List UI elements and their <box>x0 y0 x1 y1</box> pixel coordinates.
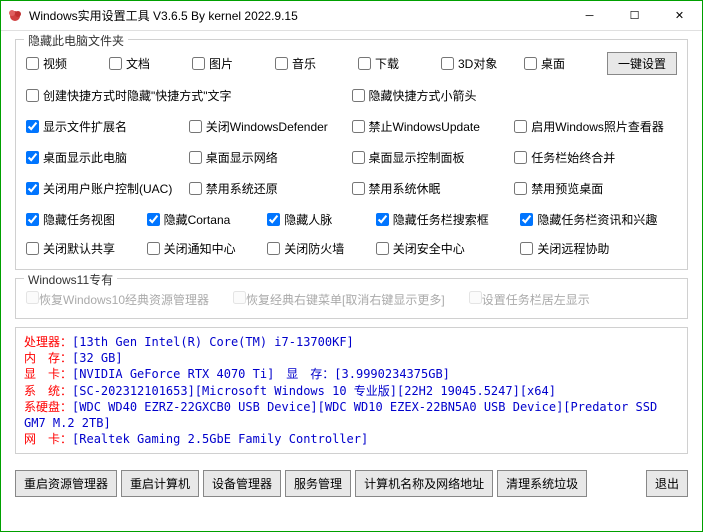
opt-disable-restore[interactable]: 禁用系统还原 <box>189 180 352 197</box>
folder-6[interactable]: 桌面 <box>524 55 607 72</box>
chk-hide-people[interactable] <box>267 213 280 226</box>
chk-folder-4[interactable] <box>358 57 371 70</box>
net-value: [Realtek Gaming 2.5GbE Family Controller… <box>72 432 368 446</box>
chk-close-firewall[interactable] <box>267 242 280 255</box>
group-title-hide-folders: 隐藏此电脑文件夹 <box>24 32 128 49</box>
opt-close-firewall[interactable]: 关闭防火墙 <box>267 240 364 257</box>
win11-group: Windows11专有 恢复Windows10经典资源管理器 恢复经典右键菜单[… <box>15 278 688 319</box>
mem-label: 内 存： <box>24 351 72 365</box>
system-info: 处理器：[13th Gen Intel(R) Core(TM) i7-13700… <box>15 327 688 454</box>
opt-create-shortcut[interactable]: 创建快捷方式时隐藏"快捷方式"文字 <box>26 87 352 104</box>
opt-disable-sleep[interactable]: 禁用系统休眠 <box>352 180 515 197</box>
chk-show-ext[interactable] <box>26 120 39 133</box>
minimize-button[interactable]: ─ <box>567 1 612 30</box>
opt-restore-explorer: 恢复Windows10经典资源管理器 <box>26 291 209 308</box>
opt-disable-update[interactable]: 禁止WindowsUpdate <box>352 118 515 135</box>
cpu-label: 处理器： <box>24 335 72 349</box>
chk-hide-news[interactable] <box>520 213 533 226</box>
chk-enable-photo[interactable] <box>514 120 527 133</box>
chk-create-shortcut[interactable] <box>26 89 39 102</box>
chk-folder-6[interactable] <box>524 57 537 70</box>
gpu-label: 显 卡： <box>24 367 72 381</box>
opt-show-control[interactable]: 桌面显示控制面板 <box>352 149 515 166</box>
cpu-value: [13th Gen Intel(R) Core(TM) i7-13700KF] <box>72 335 354 349</box>
chk-disable-update[interactable] <box>352 120 365 133</box>
opt-hide-search[interactable]: 隐藏任务栏搜索框 <box>376 211 509 228</box>
chk-restore-explorer <box>26 291 39 304</box>
chk-disable-preview[interactable] <box>514 182 527 195</box>
chk-folder-5[interactable] <box>441 57 454 70</box>
close-button[interactable]: ✕ <box>657 1 702 30</box>
chk-no-combine[interactable] <box>514 151 527 164</box>
app-icon <box>7 8 23 24</box>
opt-hide-people[interactable]: 隐藏人脉 <box>267 211 364 228</box>
chk-folder-2[interactable] <box>192 57 205 70</box>
hide-folders-group: 隐藏此电脑文件夹 视频文档图片音乐下载3D对象桌面一键设置 创建快捷方式时隐藏"… <box>15 39 688 270</box>
group-title-win11: Windows11专有 <box>24 271 117 288</box>
chk-folder-0[interactable] <box>26 57 39 70</box>
chk-disable-sleep[interactable] <box>352 182 365 195</box>
opt-close-uac[interactable]: 关闭用户账户控制(UAC) <box>26 180 189 197</box>
service-mgr-button[interactable]: 服务管理 <box>285 470 351 497</box>
sys-label: 系 统： <box>24 384 72 398</box>
opt-show-thispc[interactable]: 桌面显示此电脑 <box>26 149 189 166</box>
folder-3[interactable]: 音乐 <box>275 55 358 72</box>
chk-folder-3[interactable] <box>275 57 288 70</box>
chk-close-defender[interactable] <box>189 120 202 133</box>
one-key-button[interactable]: 一键设置 <box>607 52 677 75</box>
folder-1[interactable]: 文档 <box>109 55 192 72</box>
chk-close-share[interactable] <box>26 242 39 255</box>
folder-5[interactable]: 3D对象 <box>441 55 524 72</box>
hdd-value: [WDC WD40 EZRZ-22GXCB0 USB Device][WDC W… <box>24 400 657 430</box>
folder-0[interactable]: 视频 <box>26 55 109 72</box>
opt-close-share[interactable]: 关闭默认共享 <box>26 240 135 257</box>
chk-close-security[interactable] <box>376 242 389 255</box>
chk-hide-taskview[interactable] <box>26 213 39 226</box>
chk-show-control[interactable] <box>352 151 365 164</box>
pc-name-button[interactable]: 计算机名称及网络地址 <box>355 470 493 497</box>
chk-hide-search[interactable] <box>376 213 389 226</box>
opt-show-ext[interactable]: 显示文件扩展名 <box>26 118 189 135</box>
gpu-value: [NVIDIA GeForce RTX 4070 Ti] 显 存：[3.9990… <box>72 367 450 381</box>
opt-no-combine[interactable]: 任务栏始终合并 <box>514 149 677 166</box>
restart-explorer-button[interactable]: 重启资源管理器 <box>15 470 117 497</box>
mem-value: [32 GB] <box>72 351 123 365</box>
opt-hide-news[interactable]: 隐藏任务栏资讯和兴趣 <box>520 211 677 228</box>
opt-hide-taskview[interactable]: 隐藏任务视图 <box>26 211 135 228</box>
sys-value: [SC-202312101653][Microsoft Windows 10 专… <box>72 384 556 398</box>
opt-restore-menu: 恢复经典右键菜单[取消右键显示更多] <box>233 291 445 308</box>
opt-show-network[interactable]: 桌面显示网络 <box>189 149 352 166</box>
opt-enable-photo[interactable]: 启用Windows照片查看器 <box>514 118 677 135</box>
net-label: 网 卡： <box>24 432 72 446</box>
opt-close-defender[interactable]: 关闭WindowsDefender <box>189 118 352 135</box>
exit-button[interactable]: 退出 <box>646 470 688 497</box>
chk-show-thispc[interactable] <box>26 151 39 164</box>
restart-pc-button[interactable]: 重启计算机 <box>121 470 199 497</box>
opt-disable-preview[interactable]: 禁用预览桌面 <box>514 180 677 197</box>
chk-close-notify[interactable] <box>147 242 160 255</box>
chk-folder-1[interactable] <box>109 57 122 70</box>
folder-2[interactable]: 图片 <box>192 55 275 72</box>
opt-hide-cortana[interactable]: 隐藏Cortana <box>147 211 256 228</box>
chk-taskbar-left <box>469 291 482 304</box>
device-mgr-button[interactable]: 设备管理器 <box>203 470 281 497</box>
window-title: Windows实用设置工具 V3.6.5 By kernel 2022.9.15 <box>29 7 298 24</box>
opt-taskbar-left: 设置任务栏居左显示 <box>469 291 590 308</box>
opt-close-remote[interactable]: 关闭远程协助 <box>520 240 677 257</box>
opt-close-notify[interactable]: 关闭通知中心 <box>147 240 256 257</box>
folder-4[interactable]: 下载 <box>358 55 441 72</box>
chk-restore-menu <box>233 291 246 304</box>
chk-hide-arrow[interactable] <box>352 89 365 102</box>
chk-hide-cortana[interactable] <box>147 213 160 226</box>
chk-disable-restore[interactable] <box>189 182 202 195</box>
opt-close-security[interactable]: 关闭安全中心 <box>376 240 509 257</box>
opt-hide-arrow[interactable]: 隐藏快捷方式小箭头 <box>352 87 678 104</box>
titlebar: Windows实用设置工具 V3.6.5 By kernel 2022.9.15… <box>1 1 702 31</box>
clean-trash-button[interactable]: 清理系统垃圾 <box>497 470 587 497</box>
maximize-button[interactable]: ☐ <box>612 1 657 30</box>
chk-close-remote[interactable] <box>520 242 533 255</box>
chk-show-network[interactable] <box>189 151 202 164</box>
chk-close-uac[interactable] <box>26 182 39 195</box>
hdd-label: 系硬盘： <box>24 400 72 414</box>
